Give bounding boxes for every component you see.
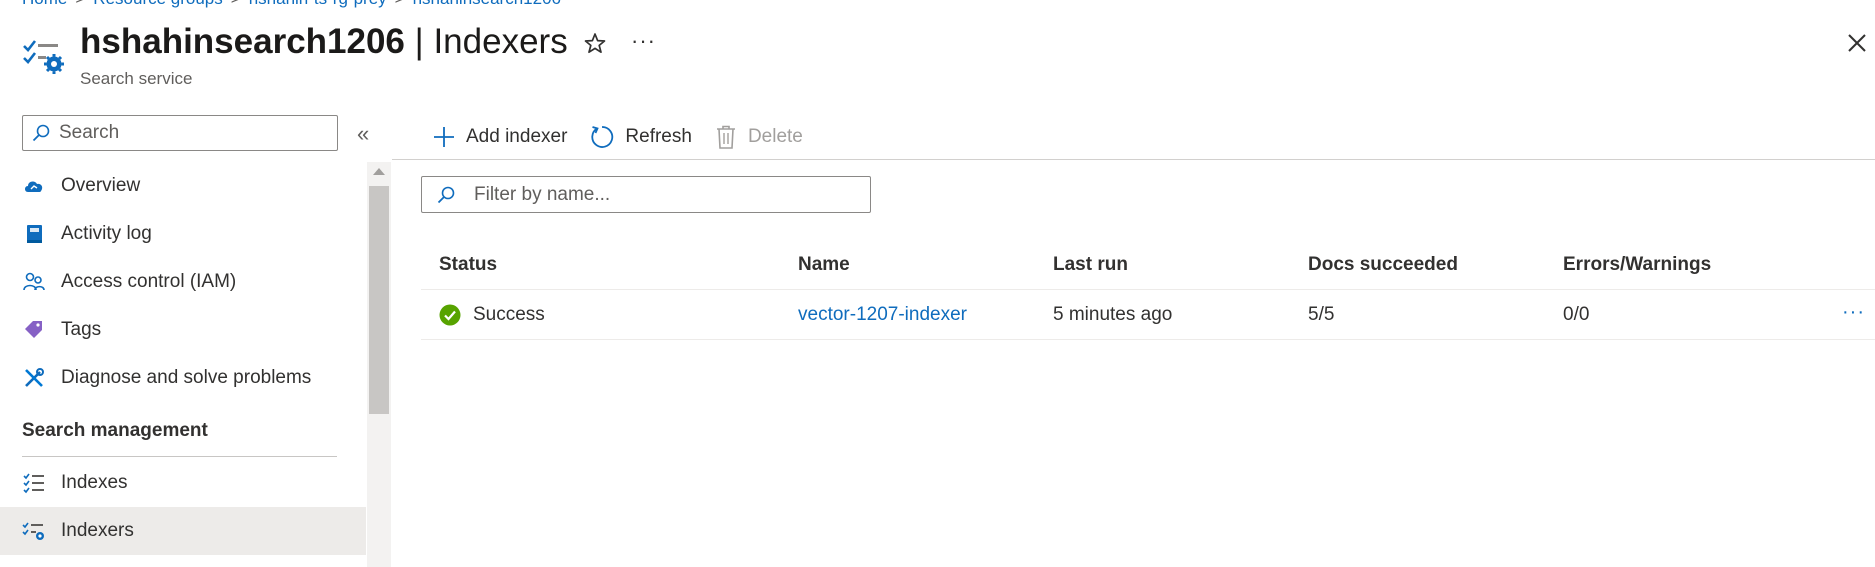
search-icon xyxy=(32,124,50,142)
main-content: Add indexer Refresh Delete Filter by nam… xyxy=(392,100,1875,567)
plus-icon xyxy=(434,127,454,147)
table-header: Status Name Last run Docs succeeded Erro… xyxy=(421,240,1875,290)
page-title: hshahinsearch1206 | Indexers xyxy=(80,22,568,62)
column-header-last-run[interactable]: Last run xyxy=(1053,254,1308,276)
scroll-up-arrow-icon[interactable] xyxy=(373,168,385,175)
sidebar-item-tags[interactable]: Tags xyxy=(0,306,366,354)
add-indexer-button[interactable]: Add indexer xyxy=(432,125,567,149)
cloud-overview-icon xyxy=(22,174,46,198)
success-check-icon xyxy=(439,304,461,325)
sidebar-item-label: Access control (IAM) xyxy=(61,271,237,292)
sidebar-divider xyxy=(22,456,337,457)
sidebar-item-indexes[interactable]: Indexes xyxy=(0,459,366,507)
tag-icon xyxy=(22,318,46,342)
people-icon xyxy=(22,270,46,294)
sidebar-scrollbar[interactable] xyxy=(367,162,391,567)
sidebar-search-input[interactable] xyxy=(59,122,329,144)
sidebar-item-label: Overview xyxy=(61,175,141,196)
close-icon[interactable] xyxy=(1846,32,1868,54)
sidebar-item-label: Indexes xyxy=(61,472,128,493)
name-cell: vector-1207-indexer xyxy=(798,304,1053,326)
delete-button[interactable]: Delete xyxy=(714,124,803,150)
refresh-label: Refresh xyxy=(625,126,692,147)
book-icon xyxy=(22,222,46,246)
refresh-button[interactable]: Refresh xyxy=(589,124,692,150)
sidebar-item-label: Tags xyxy=(61,319,102,340)
sidebar-item-access-control[interactable]: Access control (IAM) xyxy=(0,258,366,306)
last-run-cell: 5 minutes ago xyxy=(1053,303,1173,325)
status-cell: Success xyxy=(421,304,798,326)
search-service-icon xyxy=(23,40,64,74)
page-header: hshahinsearch1206 | Indexers Search serv… xyxy=(0,0,1875,100)
sidebar-nav: Overview Activity log Access control (IA… xyxy=(0,162,366,555)
resource-name: hshahinsearch1206 xyxy=(80,22,405,61)
column-header-status[interactable]: Status xyxy=(421,254,798,276)
column-header-errors-warnings[interactable]: Errors/Warnings xyxy=(1563,254,1818,276)
scrollbar-thumb[interactable] xyxy=(369,186,389,414)
more-actions-icon[interactable]: ··· xyxy=(631,28,656,54)
table-row[interactable]: Success vector-1207-indexer 5 minutes ag… xyxy=(421,290,1875,340)
delete-label: Delete xyxy=(747,126,803,147)
add-indexer-label: Add indexer xyxy=(466,126,568,147)
list-gear-icon xyxy=(22,519,46,543)
refresh-icon xyxy=(591,126,614,148)
sidebar: « Overview Activity log xyxy=(0,100,392,567)
status-text: Success xyxy=(473,303,545,325)
sidebar-item-indexers[interactable]: Indexers xyxy=(0,507,366,555)
page-name: Indexers xyxy=(433,22,568,61)
page-subtitle: Search service xyxy=(80,69,193,88)
search-icon xyxy=(437,186,455,203)
collapse-sidebar-icon[interactable]: « xyxy=(357,121,369,147)
wrench-icon xyxy=(22,366,46,390)
docs-succeeded-cell: 5/5 xyxy=(1308,303,1335,325)
filter-by-name-input[interactable] xyxy=(474,183,864,206)
list-check-icon xyxy=(22,471,46,495)
indexers-table: Status Name Last run Docs succeeded Erro… xyxy=(421,240,1875,340)
sidebar-item-overview[interactable]: Overview xyxy=(0,162,366,210)
sidebar-search-box[interactable] xyxy=(22,115,338,151)
column-header-name[interactable]: Name xyxy=(798,254,1053,276)
sidebar-item-diagnose[interactable]: Diagnose and solve problems xyxy=(0,354,366,402)
sidebar-section-title: Search management xyxy=(22,420,208,441)
filter-box[interactable] xyxy=(421,176,871,213)
sidebar-item-activity-log[interactable]: Activity log xyxy=(0,210,366,258)
title-separator: | xyxy=(404,22,434,61)
sidebar-item-label: Diagnose and solve problems xyxy=(61,367,312,388)
trash-icon xyxy=(716,125,735,149)
sidebar-item-label: Activity log xyxy=(61,223,152,244)
column-header-docs-succeeded[interactable]: Docs succeeded xyxy=(1308,254,1563,276)
sidebar-item-label: Indexers xyxy=(61,520,134,541)
row-more-actions-icon[interactable]: ··· xyxy=(1842,301,1865,324)
command-bar: Add indexer Refresh Delete xyxy=(392,115,1875,160)
star-icon[interactable] xyxy=(581,30,609,58)
errors-warnings-cell: 0/0 xyxy=(1563,303,1590,325)
indexer-name-link[interactable]: vector-1207-indexer xyxy=(798,304,967,325)
